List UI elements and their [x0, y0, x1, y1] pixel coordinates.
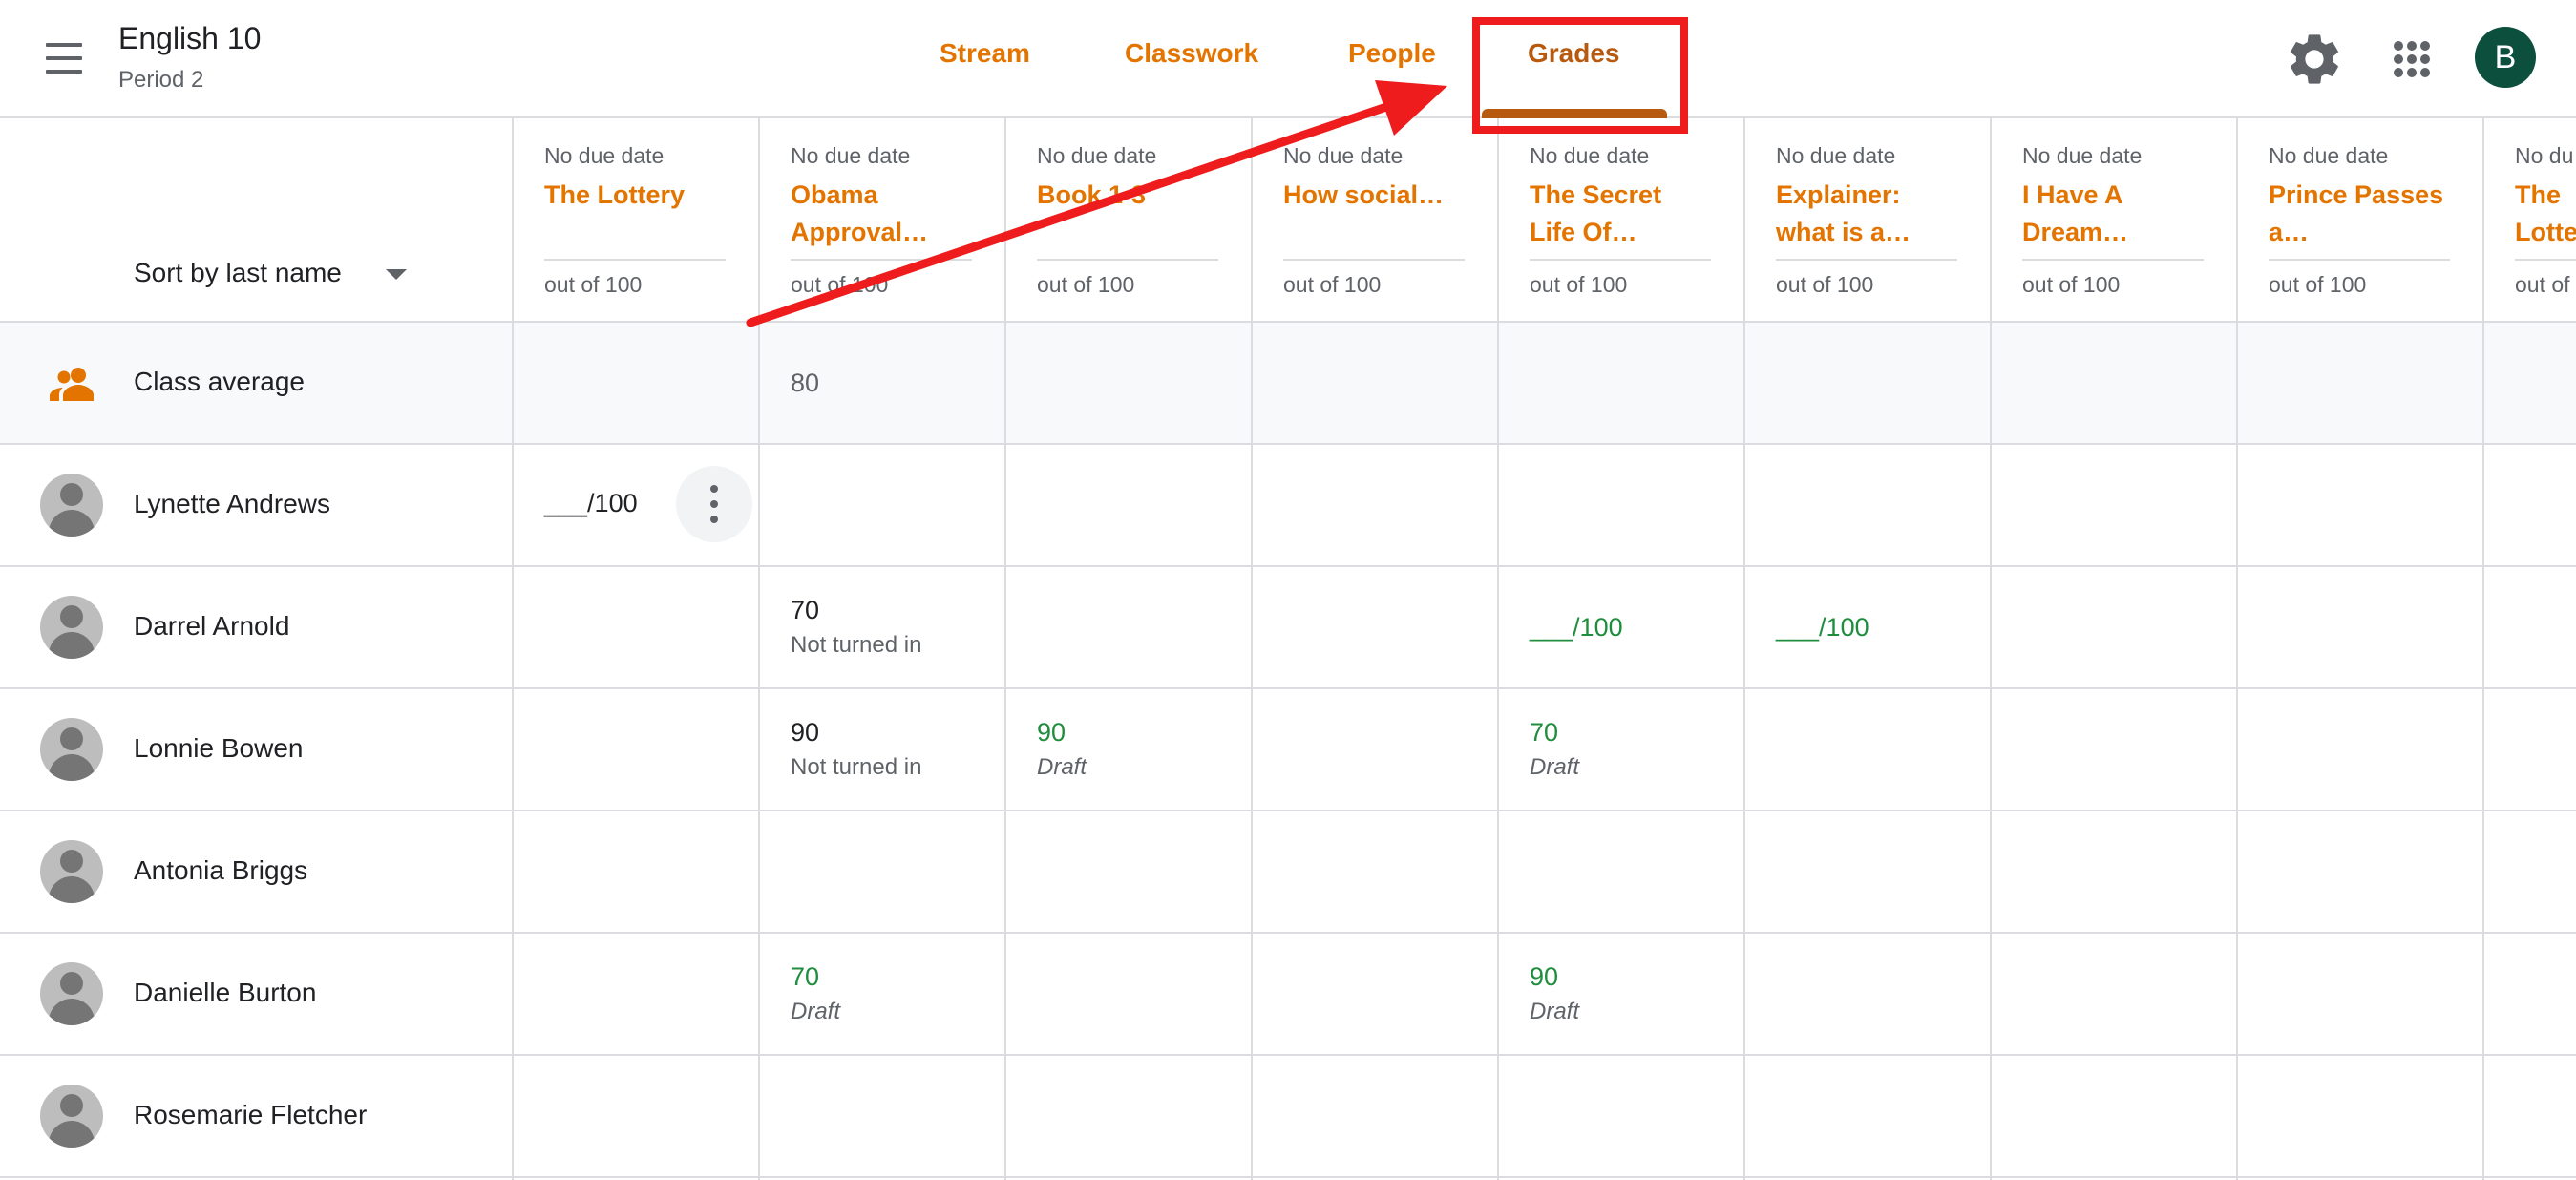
annotation-arrow	[746, 80, 1447, 327]
